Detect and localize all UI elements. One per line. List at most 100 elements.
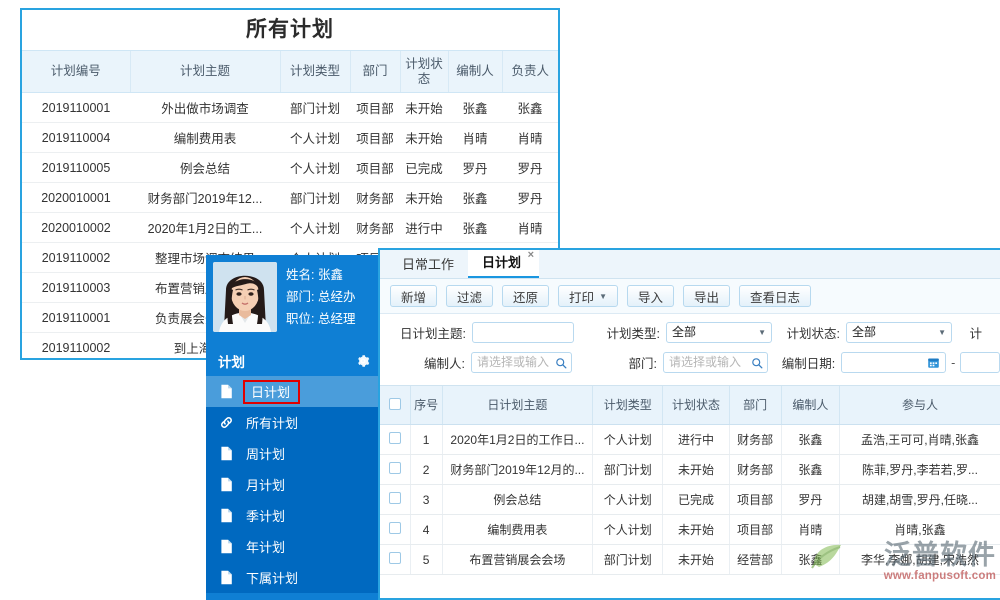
cell-author: 肖晴 [448, 123, 502, 153]
date-input-end[interactable] [960, 352, 1000, 373]
table-row[interactable]: 12020年1月2日的工作日...个人计划进行中财务部张鑫孟浩,王可可,肖晴,张… [380, 425, 1000, 455]
close-icon[interactable]: × [528, 250, 534, 261]
select-all-header[interactable] [380, 386, 410, 425]
file-icon [220, 508, 243, 523]
sidebar-item-5[interactable]: 年计划 [206, 531, 380, 562]
table-row[interactable]: 4编制费用表个人计划未开始项目部肖晴肖晴,张鑫 [380, 515, 1000, 545]
toolbar-button-2[interactable]: 还原 [502, 285, 549, 307]
col-daily-subject[interactable]: 日计划主题 [442, 386, 592, 425]
col-plan-status[interactable]: 计划状态 [400, 51, 448, 93]
row-checkbox-cell[interactable] [380, 515, 410, 545]
cell-author: 张鑫 [448, 183, 502, 213]
cell-plan-type: 个人计划 [593, 485, 663, 515]
checkbox-icon[interactable] [389, 552, 401, 564]
table-row[interactable]: 3例会总结个人计划已完成项目部罗丹胡建,胡雪,罗丹,任晓... [380, 485, 1000, 515]
file-icon [220, 539, 243, 554]
cell-index: 4 [410, 515, 442, 545]
select-plan-type-value: 全部 [672, 323, 696, 342]
sidebar-item-6[interactable]: 下属计划 [206, 562, 380, 593]
cell-dept: 项目部 [350, 123, 400, 153]
table-row[interactable]: 2财务部门2019年12月的...部门计划未开始财务部张鑫陈菲,罗丹,李若若,罗… [380, 455, 1000, 485]
select-plan-type[interactable]: 全部 ▼ [666, 322, 772, 343]
table-row[interactable]: 2019110001外出做市场调查部门计划项目部未开始张鑫张鑫 [22, 93, 558, 123]
cell-dept: 财务部 [729, 425, 781, 455]
toolbar-button-4[interactable]: 导入 [627, 285, 674, 307]
cell-plan-subject: 外出做市场调查 [130, 93, 280, 123]
col-plan-no[interactable]: 计划编号 [22, 51, 130, 93]
col-dept[interactable]: 部门 [350, 51, 400, 93]
cell-subject[interactable]: 2020年1月2日的工作日... [442, 425, 592, 455]
cell-participants: 陈菲,罗丹,李若若,罗... [839, 455, 1000, 485]
cell-plan-status: 未开始 [663, 545, 729, 575]
cell-plan-type: 部门计划 [593, 455, 663, 485]
cell-dept: 经营部 [729, 545, 781, 575]
table-row[interactable]: 2019110005例会总结个人计划项目部已完成罗丹罗丹 [22, 153, 558, 183]
cell-plan-status: 未开始 [663, 515, 729, 545]
tab-daily-work-label: 日常工作 [402, 257, 454, 272]
col-grid-plan-status[interactable]: 计划状态 [663, 386, 729, 425]
cell-subject[interactable]: 例会总结 [442, 485, 592, 515]
sidebar-item-3[interactable]: 月计划 [206, 469, 380, 500]
tab-daily-plan[interactable]: 日计划 × [468, 249, 539, 278]
search-input-dept[interactable]: 请选择或输入 [663, 352, 768, 373]
row-checkbox-cell[interactable] [380, 485, 410, 515]
cell-participants: 肖晴,张鑫 [839, 515, 1000, 545]
checkbox-icon[interactable] [389, 432, 401, 444]
cell-dept: 项目部 [350, 93, 400, 123]
tab-daily-work[interactable]: 日常工作 [388, 251, 468, 278]
table-row[interactable]: 2019110004编制费用表个人计划项目部未开始肖晴肖晴 [22, 123, 558, 153]
toolbar-button-3[interactable]: 打印▼ [558, 285, 618, 307]
col-grid-plan-type[interactable]: 计划类型 [593, 386, 663, 425]
checkbox-icon[interactable] [389, 462, 401, 474]
checkbox-icon[interactable] [389, 398, 401, 410]
table-row[interactable]: 5布置营销展会会场部门计划未开始经营部张鑫李华,李娜,胡建,宋浩然 [380, 545, 1000, 575]
toolbar-button-1[interactable]: 过滤 [446, 285, 493, 307]
sidebar-item-0[interactable]: 日计划 [206, 376, 380, 407]
search-icon[interactable] [555, 357, 567, 369]
cell-plan-subject: 编制费用表 [130, 123, 280, 153]
table-row[interactable]: 2020010001财务部门2019年12...部门计划财务部未开始张鑫罗丹 [22, 183, 558, 213]
search-icon[interactable] [751, 357, 763, 369]
gear-icon[interactable] [356, 354, 370, 368]
avatar [213, 262, 277, 332]
search-input-subject[interactable] [472, 322, 574, 343]
col-participants[interactable]: 参与人 [839, 386, 1000, 425]
row-checkbox-cell[interactable] [380, 425, 410, 455]
cell-owner: 肖晴 [502, 213, 558, 243]
sidebar-item-1[interactable]: 所有计划 [206, 407, 380, 438]
col-plan-type[interactable]: 计划类型 [280, 51, 350, 93]
cell-plan-status: 未开始 [663, 455, 729, 485]
cell-plan-no: 2020010001 [22, 183, 130, 213]
cell-author: 肖晴 [781, 515, 839, 545]
cell-subject[interactable]: 编制费用表 [442, 515, 592, 545]
checkbox-icon[interactable] [389, 522, 401, 534]
all-plans-header-row: 计划编号 计划主题 计划类型 部门 计划状态 编制人 负责人 [22, 51, 558, 93]
select-plan-status[interactable]: 全部 ▼ [846, 322, 952, 343]
row-checkbox-cell[interactable] [380, 455, 410, 485]
col-grid-author[interactable]: 编制人 [781, 386, 839, 425]
label-plan-status: 计划状态: [772, 323, 840, 342]
col-author[interactable]: 编制人 [448, 51, 502, 93]
col-index[interactable]: 序号 [410, 386, 442, 425]
table-row[interactable]: 20200100022020年1月2日的工...个人计划财务部进行中张鑫肖晴 [22, 213, 558, 243]
sidebar-item-2[interactable]: 周计划 [206, 438, 380, 469]
calendar-icon[interactable] [927, 356, 940, 369]
date-input-start[interactable] [841, 352, 946, 373]
toolbar-button-6[interactable]: 查看日志 [739, 285, 811, 307]
toolbar-button-label: 查看日志 [750, 287, 800, 306]
toolbar-button-0[interactable]: 新增 [390, 285, 437, 307]
row-checkbox-cell[interactable] [380, 545, 410, 575]
col-owner[interactable]: 负责人 [502, 51, 558, 93]
toolbar-button-5[interactable]: 导出 [683, 285, 730, 307]
sidebar-item-4[interactable]: 季计划 [206, 500, 380, 531]
cell-participants: 孟浩,王可可,肖晴,张鑫 [839, 425, 1000, 455]
cell-subject[interactable]: 布置营销展会会场 [442, 545, 592, 575]
col-plan-subject[interactable]: 计划主题 [130, 51, 280, 93]
toolbar-button-label: 新增 [401, 287, 426, 306]
search-input-author[interactable]: 请选择或输入 [471, 352, 572, 373]
cell-plan-type: 个人计划 [280, 123, 350, 153]
checkbox-icon[interactable] [389, 492, 401, 504]
col-grid-dept[interactable]: 部门 [729, 386, 781, 425]
cell-author: 张鑫 [781, 545, 839, 575]
cell-subject[interactable]: 财务部门2019年12月的... [442, 455, 592, 485]
